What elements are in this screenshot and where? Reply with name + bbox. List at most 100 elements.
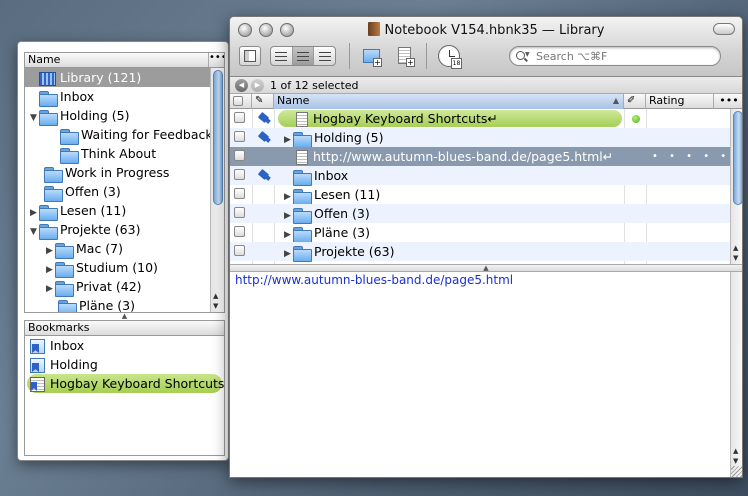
row-checkbox[interactable]: [234, 169, 245, 180]
scroll-up-arrow-icon[interactable]: ▲: [213, 292, 218, 300]
row-name: Inbox: [314, 168, 349, 183]
folder-icon: [39, 90, 58, 107]
pin-icon[interactable]: [257, 112, 271, 124]
table-row[interactable]: http://www.autumn-blues-band.de/page5.ht…: [230, 147, 730, 166]
outline-header-label: Name: [28, 53, 61, 66]
pin-icon[interactable]: [257, 169, 271, 181]
outline-item-holding[interactable]: ▼ Holding (5): [25, 106, 210, 126]
row-name: Lesen (11): [314, 187, 381, 202]
column-header-label[interactable]: ✐: [624, 94, 646, 109]
content-split-handle[interactable]: ▲: [230, 264, 742, 272]
scroll-up-arrow-icon[interactable]: ▲: [733, 244, 738, 252]
scroll-down-arrow-icon[interactable]: ▼: [733, 254, 738, 262]
folder-icon: [44, 185, 63, 202]
back-button[interactable]: ◀: [235, 79, 248, 92]
table-row[interactable]: ▶ Projekte (63): [230, 242, 730, 264]
outline-scrollbar[interactable]: ▲ ▼: [210, 68, 224, 312]
outline-item-lesen[interactable]: ▶ Lesen (11): [25, 201, 210, 221]
outline-item-plaene[interactable]: Pläne (3): [25, 296, 210, 312]
bookmarks-header-label: Bookmarks: [28, 321, 90, 334]
column-header-checked[interactable]: [230, 94, 252, 109]
drawer-icon: [244, 50, 256, 62]
outline-item-inbox[interactable]: Inbox: [25, 87, 210, 107]
forward-button[interactable]: ▶: [251, 79, 264, 92]
schedule-button[interactable]: 18: [438, 45, 462, 69]
outline-item-studium[interactable]: ▶ Studium (10): [25, 258, 210, 278]
table-row[interactable]: ▶ Lesen (11): [230, 185, 730, 205]
library-outline: Name ••• Library (121) Inbox ▼ Holding (5…: [24, 52, 225, 313]
outline-item-privat[interactable]: ▶ Privat (42): [25, 277, 210, 297]
outline-item-mac[interactable]: ▶ Mac (7): [25, 239, 210, 259]
search-menu-chevron-icon[interactable]: ▼: [525, 51, 530, 58]
search-input[interactable]: [534, 48, 714, 64]
outline-item-library[interactable]: Library (121): [25, 68, 210, 87]
outline-header[interactable]: Name •••: [25, 53, 224, 68]
folder-icon: [293, 207, 312, 224]
view-mode-segmented-control[interactable]: [270, 46, 336, 66]
folder-icon: [60, 147, 79, 164]
table-scroll-thumb[interactable]: [733, 111, 742, 205]
row-checkbox[interactable]: [234, 112, 245, 123]
table-row[interactable]: ▶ Holding (5): [230, 128, 730, 148]
content-link[interactable]: http://www.autumn-blues-band.de/page5.ht…: [235, 273, 513, 287]
rating-dots[interactable]: • • • • •: [652, 147, 730, 166]
search-field[interactable]: ▼: [509, 46, 721, 66]
table-row[interactable]: Inbox: [230, 166, 730, 186]
drawer-split-handle[interactable]: ▲: [24, 313, 225, 320]
pin-icon[interactable]: [257, 131, 271, 143]
scroll-down-arrow-icon[interactable]: ▼: [213, 302, 218, 310]
pin-icon: ✎: [255, 95, 264, 106]
row-checkbox[interactable]: [234, 245, 245, 256]
row-checkbox[interactable]: [234, 188, 245, 199]
scroll-up-arrow-icon[interactable]: ▲: [733, 447, 738, 455]
checkbox-icon: [233, 96, 243, 106]
column-header-rating[interactable]: Rating: [646, 94, 714, 109]
view-mode-list-button[interactable]: [271, 47, 293, 65]
outline-item-waiting-for-feedback[interactable]: Waiting for Feedback: [25, 125, 213, 145]
folder-icon: [58, 299, 77, 312]
title-bar[interactable]: Notebook V154.hbnk35 — Library + + 18 ▼: [230, 17, 742, 77]
main-window: Notebook V154.hbnk35 — Library + + 18 ▼: [229, 16, 743, 478]
new-folder-button[interactable]: +: [362, 45, 382, 67]
content-scrollbar[interactable]: ▲ ▼: [730, 272, 742, 477]
disclosure-closed-icon[interactable]: ▶: [282, 245, 293, 264]
bookmark-item-holding[interactable]: Holding: [27, 355, 222, 374]
items-table: ✎ Name ▲ ✐ Rating ••• Hogbay Keyboard Sh…: [230, 94, 742, 264]
toolbar-separator: [426, 43, 427, 69]
table-row[interactable]: ▶ Offen (3): [230, 204, 730, 224]
view-mode-text-button[interactable]: [314, 47, 335, 65]
sort-ascending-icon: ▲: [612, 96, 619, 105]
outline-item-think-about[interactable]: Think About: [25, 144, 210, 164]
outline-column-menu-icon[interactable]: •••: [208, 53, 224, 67]
content-text-view[interactable]: http://www.autumn-blues-band.de/page5.ht…: [230, 272, 742, 477]
outline-item-work-in-progress[interactable]: Work in Progress: [25, 163, 210, 183]
outline-item-projekte[interactable]: ▼ Projekte (63): [25, 220, 210, 240]
column-menu-icon[interactable]: •••: [714, 94, 742, 109]
table-row[interactable]: Hogbay Keyboard Shortcuts↵: [230, 109, 730, 128]
folder-icon: [60, 128, 79, 145]
bookmark-item-inbox[interactable]: Inbox: [27, 336, 222, 355]
table-scrollbar[interactable]: ▲ ▼: [730, 109, 742, 264]
resize-grip-icon[interactable]: [731, 466, 742, 477]
row-checkbox[interactable]: [234, 131, 245, 142]
scroll-down-arrow-icon[interactable]: ▼: [733, 457, 738, 465]
table-row[interactable]: ▶ Pläne (3): [230, 223, 730, 243]
row-name: Hogbay Keyboard Shortcuts↵: [313, 111, 498, 126]
folder-icon: [293, 131, 312, 148]
outline-scroll-thumb[interactable]: [213, 70, 223, 205]
row-checkbox[interactable]: [234, 207, 245, 218]
bookmark-item-hogbay-keyboard-shortcuts[interactable]: Hogbay Keyboard Shortcuts: [27, 374, 224, 393]
outline-item-offen[interactable]: Offen (3): [25, 182, 210, 202]
column-header-pinned[interactable]: ✎: [252, 94, 274, 109]
toolbar-toggle-button[interactable]: [713, 23, 735, 35]
row-checkbox[interactable]: [234, 150, 245, 161]
folder-icon: [55, 280, 74, 297]
new-document-button[interactable]: +: [395, 45, 415, 67]
lines-icon: [318, 51, 331, 61]
search-icon[interactable]: [516, 51, 525, 60]
toggle-drawer-button[interactable]: [239, 46, 261, 66]
view-mode-split-button[interactable]: [292, 47, 315, 65]
column-header-name[interactable]: Name ▲: [274, 94, 624, 109]
row-checkbox[interactable]: [234, 226, 245, 237]
bookmarks-list: Bookmarks Inbox Holding Hogbay Keyboard …: [24, 320, 225, 456]
